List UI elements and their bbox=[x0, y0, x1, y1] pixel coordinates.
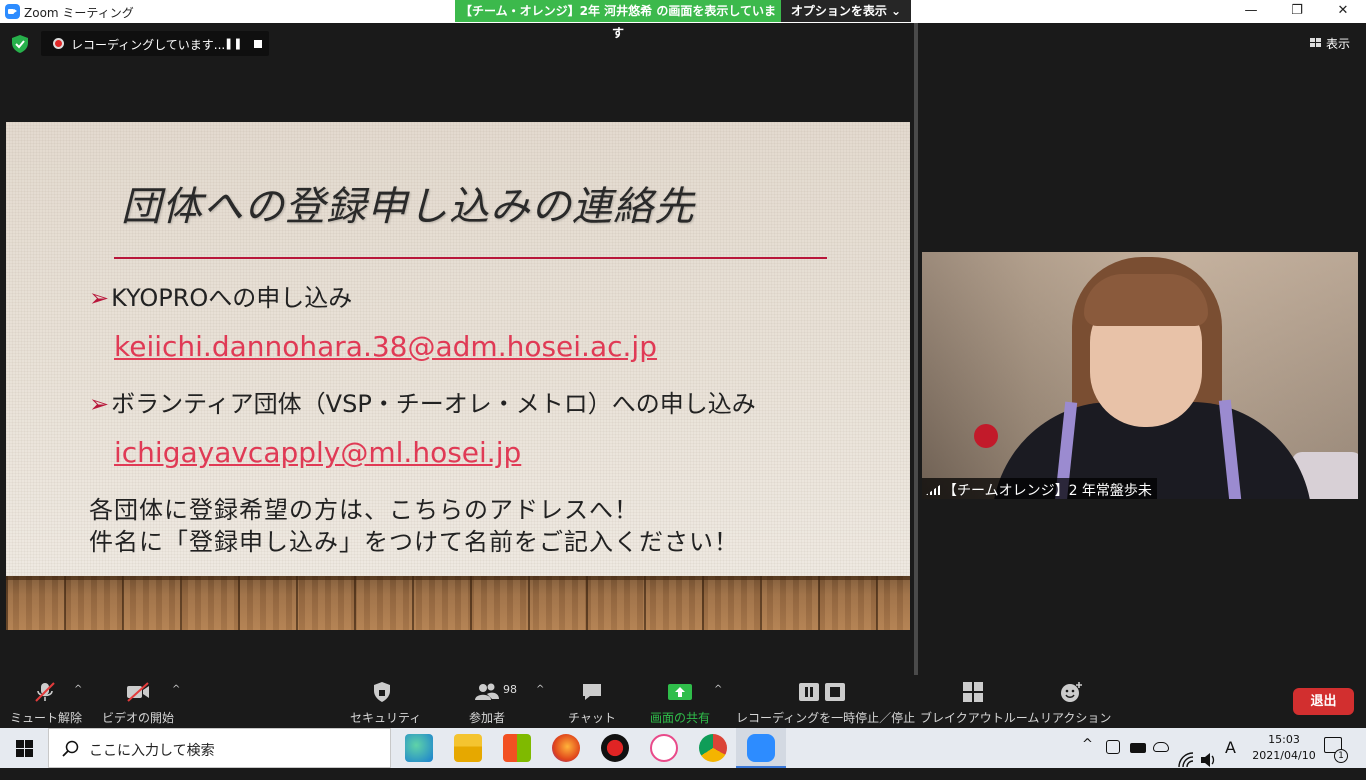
signal-strength-icon bbox=[926, 485, 940, 495]
chat-bubble-icon bbox=[583, 684, 601, 700]
breakout-rooms-icon bbox=[963, 682, 983, 702]
share-options-caret-icon[interactable]: ^ bbox=[714, 684, 722, 695]
red-app-icon[interactable] bbox=[601, 734, 629, 762]
view-options-button[interactable]: オプションを表示 ⌄ bbox=[781, 0, 911, 22]
windows-taskbar: ここに入力して検索 ^ A 15:03 2021/04/10 1 bbox=[0, 728, 1366, 768]
window-title: Zoom ミーティング bbox=[24, 6, 134, 20]
close-window-button[interactable]: ✕ bbox=[1320, 0, 1366, 23]
zoom-taskbar-active[interactable] bbox=[736, 728, 786, 768]
edge-browser-icon[interactable] bbox=[405, 734, 433, 762]
chat-label: チャット bbox=[568, 711, 616, 725]
security-label: セキュリティ bbox=[350, 711, 422, 725]
taskbar-search-box[interactable]: ここに入力して検索 bbox=[48, 728, 391, 768]
unmute-label: ミュート解除 bbox=[10, 711, 83, 725]
volume-icon[interactable] bbox=[1200, 740, 1218, 780]
recording-dot-icon bbox=[53, 38, 64, 49]
slide-note-line2: 件名に「登録申し込み」をつけて名前をご記入ください！ bbox=[89, 528, 739, 556]
start-video-button[interactable]: ビデオの開始 bbox=[102, 681, 174, 727]
ime-indicator[interactable]: A bbox=[1225, 738, 1236, 778]
leave-meeting-button[interactable]: 退出 bbox=[1293, 688, 1354, 715]
itunes-icon[interactable] bbox=[650, 734, 678, 762]
clock-date: 2021/04/10 bbox=[1252, 749, 1316, 762]
title-bar: Zoom ミーティング 【チーム・オレンジ】2年 河井悠希 の画面を表示していま… bbox=[0, 0, 1366, 40]
audio-options-caret-icon[interactable]: ^ bbox=[74, 684, 82, 695]
share-screen-button[interactable]: 画面の共有 bbox=[646, 681, 714, 727]
participant-video[interactable] bbox=[922, 252, 1358, 499]
background-doll bbox=[974, 424, 998, 448]
onedrive-cloud-icon[interactable] bbox=[1153, 742, 1169, 752]
slide-note-line1: 各団体に登録希望の方は、こちらのアドレスへ！ bbox=[89, 496, 639, 524]
wifi-icon[interactable] bbox=[1178, 740, 1194, 780]
bullet-text: KYOPROへの申し込み bbox=[111, 284, 353, 312]
security-button[interactable]: セキュリティ bbox=[350, 681, 422, 727]
share-screen-label: 画面の共有 bbox=[649, 711, 710, 725]
recording-status-text: レコーディングしています... bbox=[71, 38, 226, 52]
start-video-label: ビデオの開始 bbox=[102, 711, 175, 725]
stop-recording-icon[interactable] bbox=[254, 40, 262, 48]
bullet-arrow-icon: ➢ bbox=[89, 284, 110, 312]
recording-control-button[interactable]: レコーディングを一時停止／停止 bbox=[736, 681, 916, 727]
view-layout-button[interactable]: 表示 bbox=[1300, 31, 1360, 55]
microphone-muted-icon bbox=[35, 682, 55, 702]
meet-now-icon[interactable] bbox=[1106, 740, 1120, 754]
grid-icon bbox=[1310, 38, 1321, 47]
bullet-arrow-icon: ➢ bbox=[89, 390, 110, 418]
panel-splitter[interactable] bbox=[914, 23, 918, 675]
participants-options-caret-icon[interactable]: ^ bbox=[536, 684, 544, 695]
chat-button[interactable]: チャット bbox=[568, 681, 616, 727]
shield-icon bbox=[374, 682, 390, 702]
reactions-label: リアクション bbox=[1040, 711, 1112, 725]
clock-time: 15:03 bbox=[1268, 733, 1300, 746]
battery-icon[interactable] bbox=[1130, 743, 1146, 753]
video-camera-off-icon bbox=[127, 682, 149, 702]
show-hidden-icons-caret[interactable]: ^ bbox=[1082, 737, 1093, 777]
search-placeholder: ここに入力して検索 bbox=[89, 743, 215, 759]
recording-indicator: レコーディングしています... ❚❚ bbox=[41, 31, 269, 56]
title-underline bbox=[114, 257, 827, 259]
email-link-kyopro[interactable]: keiichi.dannohara.38@adm.hosei.ac.jp bbox=[114, 330, 657, 363]
zoom-app-icon bbox=[5, 4, 20, 19]
reactions-button[interactable]: リアクション bbox=[1040, 681, 1112, 727]
participant-name-tag: 【チームオレンジ】2 年常盤歩未 bbox=[922, 478, 1157, 499]
minimize-button[interactable]: — bbox=[1228, 0, 1274, 23]
participant-count-badge: 98 bbox=[503, 683, 517, 696]
chrome-icon[interactable] bbox=[699, 734, 727, 762]
slide-title: 団体への登録申し込みの連絡先 bbox=[121, 184, 695, 230]
file-explorer-icon[interactable] bbox=[454, 734, 482, 762]
view-button-label: 表示 bbox=[1326, 37, 1351, 51]
maximize-button[interactable]: ❐ bbox=[1274, 0, 1320, 23]
meeting-toolbar: ミュート解除 ^ ビデオの開始 ^ セキュリティ 参加者 98 ^ チャット 画… bbox=[0, 675, 1366, 728]
breakout-rooms-label: ブレイクアウトルーム bbox=[920, 711, 1040, 725]
smiley-reaction-icon bbox=[1061, 682, 1082, 702]
slide-bullet-kyopro: ➢KYOPROへの申し込み bbox=[89, 278, 352, 313]
video-options-caret-icon[interactable]: ^ bbox=[172, 684, 180, 695]
pause-recording-icon[interactable]: ❚❚ bbox=[224, 37, 242, 50]
wood-floor-decoration bbox=[6, 576, 910, 630]
shared-screen-slide: 団体への登録申し込みの連絡先 ➢KYOPROへの申し込み keiichi.dan… bbox=[6, 122, 910, 630]
store-icon[interactable] bbox=[503, 734, 531, 762]
search-icon bbox=[62, 740, 79, 757]
bullet-text: ボランティア団体（VSP・チーオレ・メトロ）への申し込み bbox=[111, 390, 756, 418]
slide-bullet-volunteer: ➢ボランティア団体（VSP・チーオレ・メトロ）への申し込み bbox=[89, 384, 756, 419]
unmute-button[interactable]: ミュート解除 bbox=[10, 681, 83, 727]
zoom-taskbar-icon bbox=[747, 734, 775, 762]
participants-label: 参加者 bbox=[468, 711, 505, 725]
pause-stop-recording-icon bbox=[799, 683, 845, 701]
start-button[interactable] bbox=[0, 728, 48, 768]
notification-count-badge: 1 bbox=[1334, 749, 1348, 763]
participants-icon bbox=[475, 683, 499, 700]
participant-name: 【チームオレンジ】2 年常盤歩未 bbox=[943, 483, 1152, 499]
screen-share-banner: 【チーム・オレンジ】2年 河井悠希 の画面を表示しています bbox=[455, 0, 781, 40]
share-screen-arrow-icon bbox=[668, 684, 692, 700]
breakout-rooms-button[interactable]: ブレイクアウトルーム bbox=[920, 681, 1040, 727]
encryption-shield-icon[interactable] bbox=[10, 34, 30, 54]
recording-control-label: レコーディングを一時停止／停止 bbox=[736, 711, 916, 725]
firefox-icon[interactable] bbox=[552, 734, 580, 762]
email-link-volunteer[interactable]: ichigayavcapply@ml.hosei.jp bbox=[114, 436, 521, 469]
windows-logo-icon bbox=[16, 740, 33, 757]
taskbar-clock[interactable]: 15:03 2021/04/10 bbox=[1250, 732, 1318, 764]
